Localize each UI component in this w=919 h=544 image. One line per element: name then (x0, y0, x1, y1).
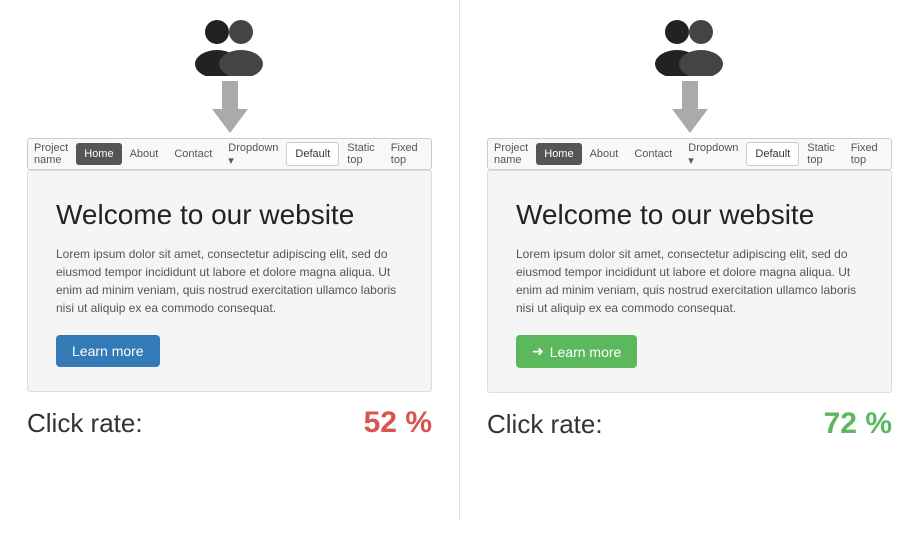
nav-static-right[interactable]: Static top (799, 137, 843, 171)
arrow-right-icon: ➜ (532, 343, 544, 360)
nav-fixed-left[interactable]: Fixed top (383, 137, 426, 171)
click-rate-label-right: Click rate: (487, 409, 603, 440)
card-title-left: Welcome to our website (56, 199, 403, 231)
nav-about-right[interactable]: About (582, 143, 627, 165)
right-panel: Project name Home About Contact Dropdown… (460, 0, 919, 441)
users-icon-left (185, 18, 275, 81)
nav-static-left[interactable]: Static top (339, 137, 383, 171)
nav-home-left[interactable]: Home (76, 143, 121, 165)
nav-dropdown-left[interactable]: Dropdown ▾ (220, 137, 286, 172)
learn-more-label-right: Learn more (550, 344, 622, 360)
content-card-right: Welcome to our website Lorem ipsum dolor… (487, 170, 892, 393)
click-rate-label-left: Click rate: (27, 408, 143, 439)
navbar-left: Project name Home About Contact Dropdown… (27, 138, 432, 170)
nav-fixed-right[interactable]: Fixed top (843, 137, 886, 171)
card-title-right: Welcome to our website (516, 199, 863, 231)
click-rate-value-left: 52 % (364, 406, 432, 440)
click-rate-row-right: Click rate: 72 % (487, 397, 892, 441)
learn-more-button-left[interactable]: Learn more (56, 335, 160, 367)
nav-about-left[interactable]: About (122, 143, 167, 165)
nav-contact-right[interactable]: Contact (626, 143, 680, 165)
nav-default-right[interactable]: Default (746, 142, 799, 166)
left-panel: Project name Home About Contact Dropdown… (0, 0, 459, 440)
learn-more-button-right[interactable]: ➜ Learn more (516, 335, 637, 368)
arrow-down-right (672, 81, 708, 138)
nav-dropdown-right[interactable]: Dropdown ▾ (680, 137, 746, 172)
arrow-down-left (212, 81, 248, 138)
nav-brand-right: Project name (494, 142, 528, 166)
card-body-left: Lorem ipsum dolor sit amet, consectetur … (56, 245, 403, 317)
users-icon-right (645, 18, 735, 81)
click-rate-row-left: Click rate: 52 % (27, 396, 432, 440)
nav-brand-left: Project name (34, 142, 68, 166)
click-rate-value-right: 72 % (824, 407, 892, 441)
nav-default-left[interactable]: Default (286, 142, 339, 166)
card-body-right: Lorem ipsum dolor sit amet, consectetur … (516, 245, 863, 317)
nav-contact-left[interactable]: Contact (166, 143, 220, 165)
navbar-right: Project name Home About Contact Dropdown… (487, 138, 892, 170)
content-card-left: Welcome to our website Lorem ipsum dolor… (27, 170, 432, 392)
nav-home-right[interactable]: Home (536, 143, 581, 165)
